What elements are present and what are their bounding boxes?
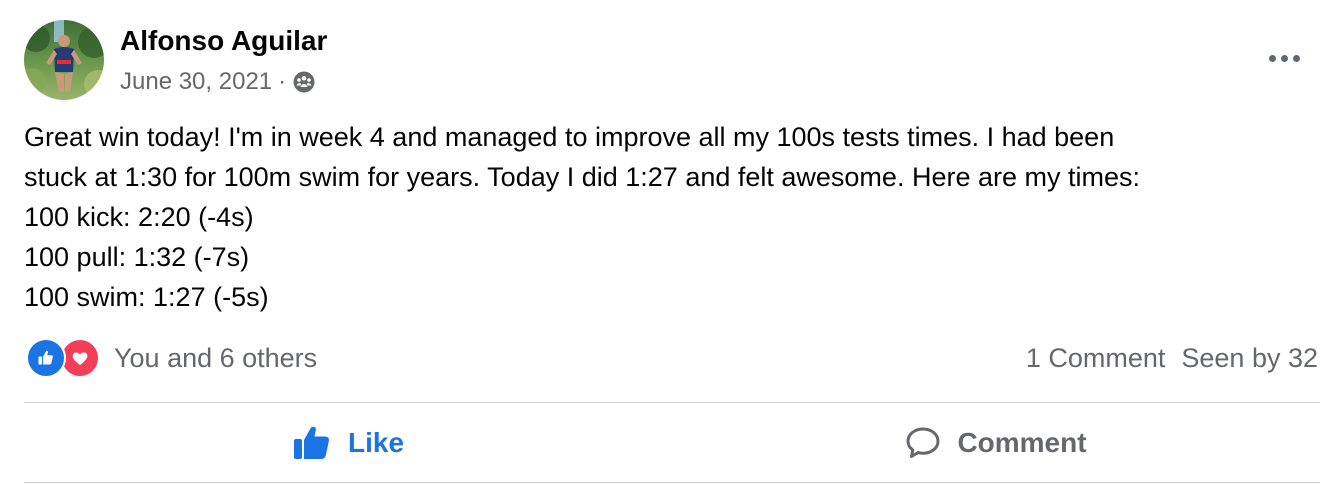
comments-count-link[interactable]: 1 Comment — [1026, 343, 1166, 374]
post-text-line: stuck at 1:30 for 100m swim for years. T… — [24, 162, 1140, 192]
post-text-line: 100 pull: 1:32 (-7s) — [24, 242, 250, 272]
author-name[interactable]: Alfonso Aguilar — [120, 23, 327, 59]
action-bar: Like Comment — [24, 403, 1320, 483]
post-text-line: 100 kick: 2:20 (-4s) — [24, 202, 254, 232]
more-options-button[interactable] — [1262, 44, 1306, 72]
reactions-text: You and 6 others — [114, 342, 318, 373]
like-icon — [26, 338, 66, 378]
post-date[interactable]: June 30, 2021 — [120, 68, 272, 96]
reactions-summary[interactable]: You and 6 others — [26, 338, 317, 378]
thumbs-up-icon — [292, 424, 332, 462]
post-text-line: 100 swim: 1:27 (-5s) — [24, 282, 269, 312]
comment-label: Comment — [957, 427, 1087, 458]
author-avatar[interactable] — [24, 20, 104, 100]
post-stats: 1 Comment Seen by 32 — [1026, 338, 1318, 378]
post-text-line: Great win today! I'm in week 4 and manag… — [24, 122, 1115, 152]
reaction-icons — [26, 338, 100, 378]
post-card: Alfonso Aguilar June 30, 2021 · Great wi… — [0, 0, 1332, 484]
post-meta: June 30, 2021 · — [120, 64, 316, 100]
comment-button[interactable]: Comment — [672, 403, 1320, 483]
love-icon — [60, 338, 100, 378]
group-icon[interactable] — [292, 70, 316, 94]
dot-icon — [1280, 54, 1288, 62]
comment-icon — [905, 425, 941, 461]
divider — [24, 482, 1320, 483]
avatar-photo — [24, 20, 104, 100]
post-text: Great win today! I'm in week 4 and manag… — [24, 117, 1314, 317]
meta-separator: · — [278, 68, 287, 95]
seen-by-count[interactable]: Seen by 32 — [1181, 343, 1318, 374]
dot-icon — [1268, 54, 1276, 62]
dot-icon — [1292, 54, 1300, 62]
like-label: Like — [347, 427, 405, 458]
like-button[interactable]: Like — [24, 403, 672, 483]
